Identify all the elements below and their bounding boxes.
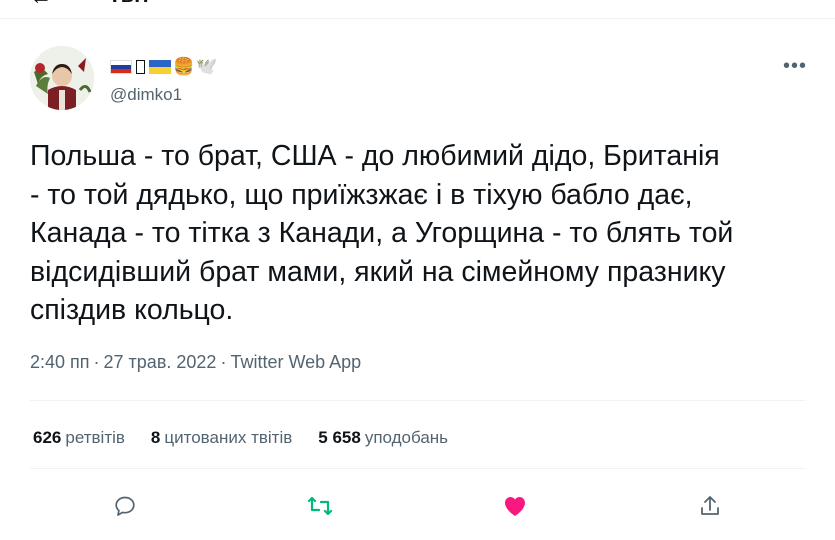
back-arrow-icon[interactable]: ←	[30, 0, 52, 10]
retweets-label: ретвітів	[65, 428, 125, 447]
likes-stat[interactable]: 5 658 уподобань	[318, 428, 448, 448]
empty-box-icon	[136, 60, 145, 74]
burger-icon: 🍔	[173, 57, 195, 76]
dove-icon: 🕊️	[196, 57, 218, 76]
share-button[interactable]	[692, 488, 728, 524]
quotes-stat[interactable]: 8 цитованих твітів	[151, 428, 292, 448]
display-name[interactable]: 🍔 🕊️	[110, 57, 217, 77]
tweet-stats: 626 ретвітів 8 цитованих твітів 5 658 уподо…	[33, 428, 448, 448]
retweet-button[interactable]	[302, 488, 338, 524]
retweets-stat[interactable]: 626 ретвітів	[33, 428, 125, 448]
avatar[interactable]	[30, 46, 94, 110]
russia-flag-icon	[110, 60, 132, 74]
tweet-text: Польша - то брат, США - до любимий дідо,…	[30, 140, 734, 326]
tweet-time[interactable]: 2:40 пп	[30, 352, 90, 372]
header-title: Твіт	[108, 0, 151, 8]
likes-count: 5 658	[318, 428, 361, 447]
retweets-count: 626	[33, 428, 62, 447]
like-button[interactable]	[497, 488, 533, 524]
quotes-label: цитованих твітів	[164, 428, 293, 447]
tweet-meta: 2:40 пп · 27 трав. 2022 · Twitter Web App	[30, 352, 362, 372]
header: ← Твіт	[0, 0, 835, 10]
action-bar	[0, 488, 835, 524]
retweet-icon	[307, 496, 333, 516]
divider	[30, 468, 805, 469]
more-options-icon[interactable]: •••	[783, 55, 807, 78]
tweet-date[interactable]: 27 трав. 2022	[104, 352, 217, 372]
user-handle[interactable]: @dimko1	[110, 85, 182, 105]
avatar-image	[30, 46, 94, 110]
likes-label: уподобань	[364, 428, 449, 447]
tweet-source[interactable]: Twitter Web App	[230, 352, 361, 372]
quotes-count: 8	[150, 428, 161, 447]
reply-button[interactable]	[107, 488, 143, 524]
divider	[30, 400, 805, 401]
divider	[0, 18, 835, 19]
ukraine-flag-icon	[149, 60, 171, 74]
heart-icon	[505, 497, 525, 516]
reply-icon	[115, 496, 135, 516]
share-icon	[701, 496, 719, 515]
